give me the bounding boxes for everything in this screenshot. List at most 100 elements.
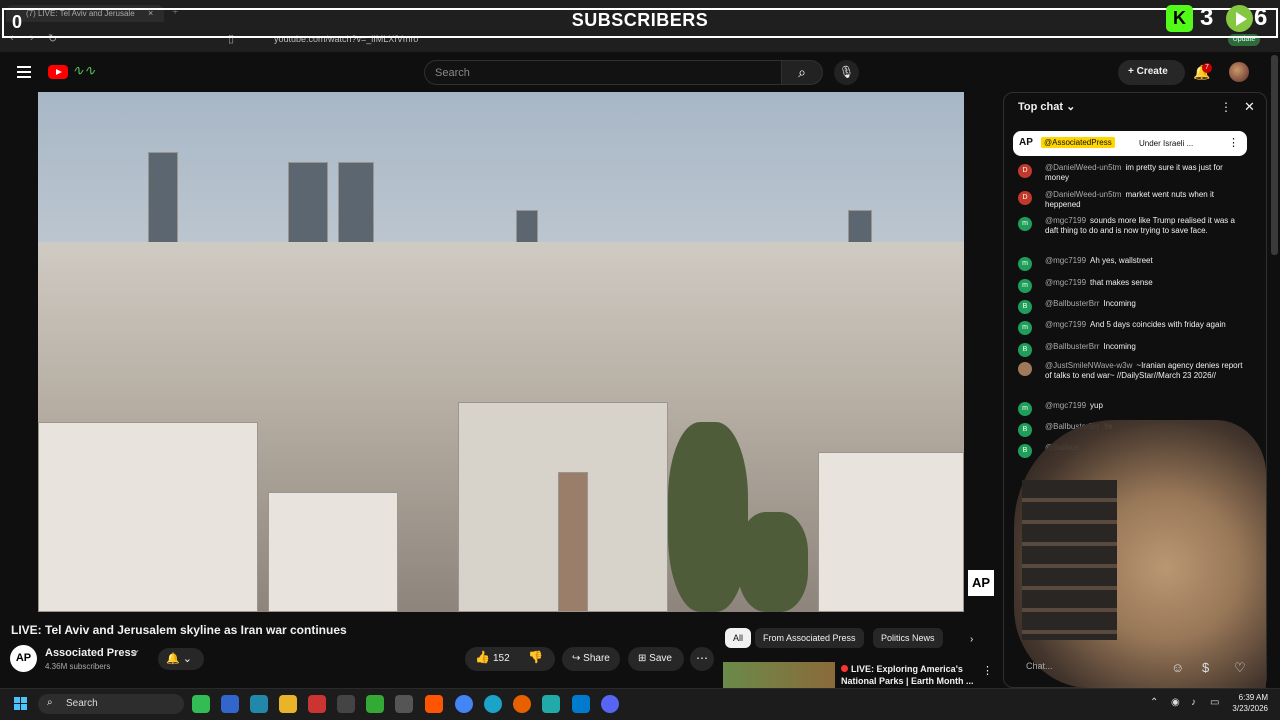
chat-author-avatar[interactable]: B — [1018, 444, 1032, 458]
recommendation-thumbnail[interactable] — [723, 662, 835, 688]
chat-author-avatar[interactable]: D — [1018, 191, 1032, 205]
close-icon[interactable]: ✕ — [1244, 99, 1255, 115]
search-icon[interactable]: ⌕ — [781, 60, 823, 85]
chat-menu-icon[interactable]: ⋮ — [1220, 100, 1232, 114]
chat-author-name[interactable]: @BallbusterBrr — [1045, 342, 1099, 351]
firefox-icon[interactable] — [513, 695, 531, 713]
chat-author-avatar[interactable] — [1018, 362, 1032, 376]
pinned-message[interactable]: AP @AssociatedPress Under Israeli ... ⋮ — [1013, 131, 1247, 156]
chat-message-body: @DanielWeed-un5tm im pretty sure it was j… — [1045, 163, 1245, 183]
doodle-logo-icon[interactable]: ∿∿ — [72, 62, 95, 79]
video-player[interactable] — [38, 92, 964, 612]
app-icon[interactable] — [337, 695, 355, 713]
chat-author-avatar[interactable]: B — [1018, 343, 1032, 357]
chip-politics-news[interactable]: Politics News — [873, 628, 943, 648]
building — [268, 492, 398, 612]
chat-input[interactable]: Chat... — [1026, 661, 1053, 671]
kick-subscriber-count: 3 — [1200, 4, 1214, 31]
search-input[interactable]: Search — [424, 60, 782, 85]
plus-icon: + — [1128, 66, 1137, 77]
chat-message-body: @mgc7199 And 5 days coincides with friday… — [1045, 320, 1245, 330]
save-button[interactable]: ⊞ Save — [628, 647, 684, 671]
scrollbar[interactable] — [1271, 55, 1278, 255]
more-actions-icon[interactable]: ⋯ — [690, 647, 714, 671]
chat-author-name[interactable]: @mgc7199 — [1045, 320, 1086, 329]
chat-author-name[interactable]: @DanielWeed-un5tm — [1045, 163, 1121, 172]
chat-message-text: And 5 days coincides with friday again — [1090, 320, 1226, 329]
share-icon: ↪ — [572, 653, 584, 664]
discord-icon[interactable] — [601, 695, 619, 713]
chat-author-avatar[interactable]: m — [1018, 257, 1032, 271]
pinned-menu-icon[interactable]: ⋮ — [1228, 136, 1239, 149]
rumble-subscriber-count: 6 — [1254, 4, 1268, 31]
microphone-icon[interactable]: 🎙 — [834, 60, 859, 85]
windows-start-icon[interactable] — [14, 697, 28, 711]
chevron-right-icon[interactable]: › — [970, 634, 973, 645]
channel-name[interactable]: Associated Press — [45, 647, 137, 659]
app-icon[interactable] — [308, 695, 326, 713]
taskbar-search[interactable]: Search — [38, 694, 184, 714]
vscode-icon[interactable] — [572, 695, 590, 713]
super-chat-icon[interactable]: $ — [1202, 660, 1209, 675]
chat-message-body: @DanielWeed-un5tm market went nuts when i… — [1045, 190, 1245, 210]
chat-author-name[interactable]: @DanielWeed-un5tm — [1045, 190, 1121, 199]
chat-author-name[interactable]: @mgc7199 — [1045, 216, 1086, 225]
like-icon[interactable]: 👍 — [475, 650, 490, 664]
chip-from-associated-press[interactable]: From Associated Press — [755, 628, 864, 648]
edge-icon[interactable] — [484, 695, 502, 713]
tray-chevron-icon[interactable]: ⌃ — [1150, 697, 1158, 708]
share-button[interactable]: ↪ Share — [562, 647, 620, 671]
recommendation-menu-icon[interactable]: ⋮ — [982, 664, 993, 677]
create-button[interactable]: + Create — [1118, 60, 1185, 85]
subscribed-bell-button[interactable]: 🔔 ⌄ — [158, 648, 204, 670]
chat-message-body: @mgc7199 that makes sense — [1045, 278, 1245, 288]
chat-author-avatar[interactable]: D — [1018, 164, 1032, 178]
chrome-icon[interactable] — [455, 695, 473, 713]
subscriber-count: 4.36M subscribers — [45, 662, 111, 671]
kick-logo-icon: K — [1166, 5, 1193, 32]
chat-mode-dropdown[interactable]: Top chat ⌄ — [1018, 100, 1075, 113]
heart-icon[interactable]: ♡ — [1234, 660, 1246, 676]
channel-avatar[interactable]: AP — [10, 645, 37, 672]
brave-browser-icon[interactable] — [425, 695, 443, 713]
chat-author-avatar[interactable]: B — [1018, 423, 1032, 437]
file-explorer-icon[interactable] — [279, 695, 297, 713]
chat-author-name[interactable]: @mgc7199 — [1045, 256, 1086, 265]
dislike-icon[interactable]: 👎 — [528, 650, 543, 664]
account-avatar[interactable] — [1229, 62, 1249, 82]
chat-author-avatar[interactable]: m — [1018, 321, 1032, 335]
app-icon[interactable] — [395, 695, 413, 713]
chat-author-avatar[interactable]: B — [1018, 300, 1032, 314]
app-icon[interactable] — [366, 695, 384, 713]
app-icon[interactable] — [542, 695, 560, 713]
chat-author-avatar[interactable]: m — [1018, 279, 1032, 293]
chat-author-name[interactable]: @mgc7199 — [1045, 278, 1086, 287]
chat-author-avatar[interactable]: m — [1018, 217, 1032, 231]
app-icon[interactable] — [221, 695, 239, 713]
building — [818, 452, 964, 612]
recommendation-title[interactable]: LIVE: Exploring America's National Parks… — [841, 663, 976, 687]
youtube-logo-icon[interactable] — [48, 65, 68, 79]
chat-message-body: @BallbusterBrr Incoming — [1045, 342, 1245, 352]
tree — [668, 422, 748, 612]
video-title: LIVE: Tel Aviv and Jerusalem skyline as … — [11, 623, 347, 637]
chat-message-body: @mgc7199 sounds more like Trump realised … — [1045, 216, 1245, 236]
tray-icon[interactable]: ◉ — [1171, 697, 1180, 708]
create-label: Create — [1136, 66, 1168, 77]
chat-author-name[interactable]: @BallbusterBrr — [1045, 299, 1099, 308]
chip-all[interactable]: All — [725, 628, 752, 648]
speaker-icon[interactable]: ♪ — [1191, 697, 1196, 708]
chat-message-text: yup — [1090, 401, 1103, 410]
battery-icon[interactable]: ▭ — [1210, 697, 1219, 708]
chevron-down-icon: ⌄ — [1066, 101, 1076, 113]
app-icon[interactable] — [250, 695, 268, 713]
chat-author-name[interactable]: @mgc7199 — [1045, 401, 1086, 410]
app-icon[interactable] — [192, 695, 210, 713]
chat-message-body: @mgc7199 yup — [1045, 401, 1245, 411]
menu-icon[interactable] — [17, 66, 31, 78]
emoji-icon[interactable]: ☺ — [1171, 660, 1184, 675]
chat-author-avatar[interactable]: m — [1018, 402, 1032, 416]
chat-author-name[interactable]: @JustSmileNWave-w3w — [1045, 361, 1132, 370]
recommendation-title-text: LIVE: Exploring America's National Parks… — [841, 664, 974, 686]
clock[interactable]: 6:39 AM 3/23/2026 — [1228, 692, 1268, 714]
